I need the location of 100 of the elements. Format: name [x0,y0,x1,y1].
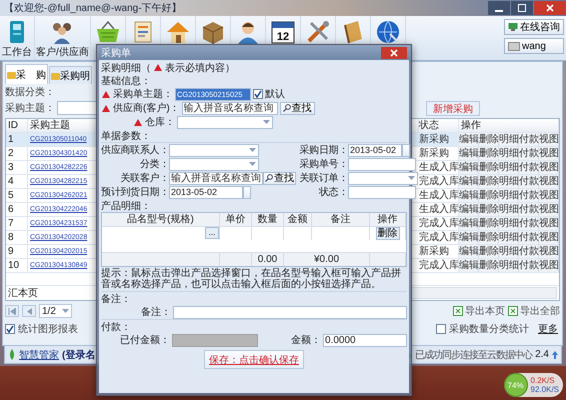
filter-label: 数据分类： [5,86,55,99]
hint-text: 提示：鼠标点击弹出产品选择窗口，在品名型号输入框可输入产品拼音或名称选择产品，也可以点击输入框后面的小按钮选择产品。 [101,268,402,290]
field-label: 关联客户： [119,172,169,185]
column-header: 金额 [284,213,312,226]
amount-field[interactable]: 0.0000 [323,334,407,346]
action-button[interactable]: 付款 [519,259,539,272]
export-button[interactable]: 导出本页 [453,304,505,318]
action-button[interactable]: 删除 [479,161,499,174]
field-label: 备注： [141,306,171,319]
action-button[interactable]: 删除 [479,147,499,160]
column-header: ID [6,119,28,132]
action-button[interactable]: 编辑 [459,245,479,258]
page-total-label: 汇本页 [7,286,39,300]
action-button[interactable]: 付款 [519,133,539,146]
login-text: (登录名 [62,348,96,362]
action-button[interactable]: 明细 [499,175,519,188]
action-button[interactable]: 编辑 [459,189,479,202]
action-button[interactable]: 编辑 [459,161,479,174]
action-button[interactable]: 付款 [519,203,539,216]
action-button[interactable]: 明细 [499,161,519,174]
field-label: 状态： [318,186,348,199]
action-button[interactable]: 编辑 [459,259,479,272]
product-picker-button[interactable]: ... [205,227,219,239]
field-label: 供应商联系人： [101,144,169,157]
action-button[interactable]: 明细 [499,259,519,272]
action-button[interactable]: 删除 [479,231,499,244]
action-button[interactable]: 付款 [519,217,539,230]
download-speed: 92.0K/S [530,385,559,394]
action-button[interactable]: 付款 [519,189,539,202]
dialog-title: 采购单 [101,46,132,60]
action-button[interactable]: 明细 [499,231,519,244]
required-note: 表示必填内容） [165,62,235,74]
table-cell: 6 [6,203,28,216]
action-button[interactable]: 明细 [499,203,519,216]
search-button[interactable]: 查找 [280,102,315,114]
action-button[interactable]: 删除 [479,189,499,202]
field-label: 采购单主题： [113,88,173,101]
action-button[interactable]: 编辑 [459,217,479,230]
side-button[interactable]: wang [504,38,564,54]
action-button[interactable]: 明细 [499,133,519,146]
action-button[interactable]: 编辑 [459,175,479,188]
section-heading: 单据参数： [101,130,151,142]
action-button[interactable]: 付款 [519,175,539,188]
toolbar-button[interactable]: 工作台 [0,16,35,60]
brand-link[interactable]: 智慧管家 [19,348,59,362]
search-button[interactable]: 查找 [263,172,296,184]
action-button[interactable]: 编辑 [459,203,479,216]
table-cell: 1 [6,133,28,146]
action-button[interactable]: 视图 [539,245,559,258]
action-button[interactable]: 付款 [519,147,539,160]
field-label: 金额： [291,334,321,347]
action-button[interactable]: 视图 [539,133,559,146]
save-button[interactable]: 保存：点击确认保存 [204,350,304,369]
action-button[interactable]: 删除 [479,245,499,258]
action-button[interactable]: 视图 [539,259,559,272]
action-button[interactable]: 删除 [479,203,499,216]
more-link[interactable]: 更多 [538,322,558,336]
action-button[interactable]: 视图 [539,231,559,244]
new-purchase-button[interactable]: 新增采购 [426,100,480,116]
action-button[interactable]: 视图 [539,203,559,216]
action-button[interactable]: 视图 [539,161,559,174]
column-header: 状态 [419,119,459,132]
side-button[interactable]: 在线咨询 [504,19,564,35]
option-checkbox-label: 统计图形报表 [18,322,78,336]
table-cell: 2 [6,147,28,160]
action-button[interactable]: 视图 [539,217,559,230]
action-button[interactable]: 删除 [479,259,499,272]
toolbar-button[interactable]: 客户/供应商 [35,16,91,60]
action-button[interactable]: 付款 [519,231,539,244]
tab[interactable]: 采购明 [49,66,92,84]
section-heading: 产品明细： [101,200,151,212]
column-header: 操作 [370,213,406,226]
action-button[interactable]: 删除 [479,175,499,188]
action-button[interactable]: 付款 [519,245,539,258]
action-button[interactable]: 明细 [499,217,519,230]
date-field[interactable]: 2013-05-02 [169,186,243,198]
page-select[interactable]: 1/2 [39,304,72,318]
action-button[interactable]: 编辑 [459,231,479,244]
action-button[interactable]: 编辑 [459,147,479,160]
date-field[interactable]: 2013-05-02 [348,144,402,156]
tab[interactable]: 采 购 [5,64,48,84]
version-text: 2.4 [535,349,549,360]
action-button[interactable]: 视图 [539,175,559,188]
action-button[interactable]: 付款 [519,161,539,174]
action-button[interactable]: 明细 [499,245,519,258]
total-quantity: 0.00 [252,252,284,266]
field-label: 关联订单： [298,172,348,185]
delete-button[interactable]: 删除 [376,227,400,240]
checkbox-label: 默认 [265,88,285,101]
export-button[interactable]: 导出全部 [508,304,560,318]
action-button[interactable]: 明细 [499,189,519,202]
action-button[interactable]: 删除 [479,133,499,146]
action-button[interactable]: 删除 [479,217,499,230]
column-header: 数量 [252,213,284,226]
action-button[interactable]: 视图 [539,147,559,160]
action-button[interactable]: 视图 [539,189,559,202]
action-button[interactable]: 编辑 [459,133,479,146]
table-cell: 9 [6,245,28,258]
action-button[interactable]: 明细 [499,147,519,160]
table-cell: 8 [6,231,28,244]
